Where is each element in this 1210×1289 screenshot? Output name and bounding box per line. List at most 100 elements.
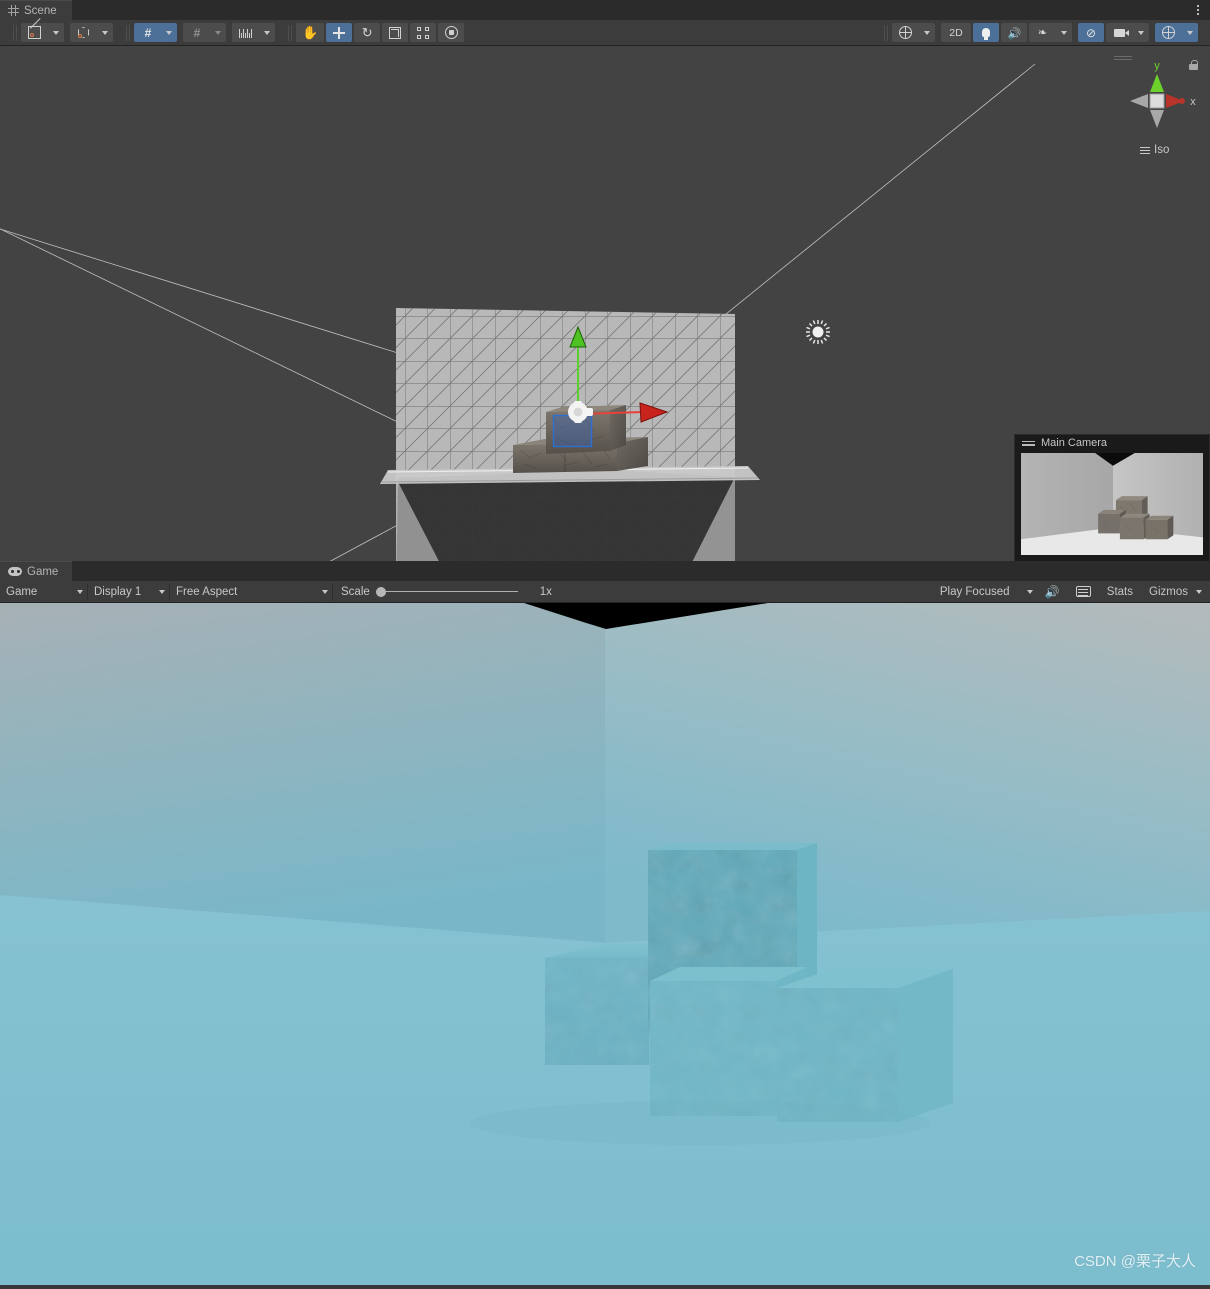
- surface-snap-dropdown[interactable]: [209, 23, 226, 42]
- toggle-audio[interactable]: 🔊: [1001, 23, 1027, 42]
- camera-icon: [1114, 28, 1129, 37]
- lock-icon[interactable]: [1189, 60, 1198, 70]
- transform-tool[interactable]: [438, 23, 465, 42]
- chevron-down-icon: [1196, 589, 1202, 594]
- toggle-lighting[interactable]: [973, 23, 999, 42]
- gizmo-handle-icon: [1114, 56, 1132, 60]
- scale-value: 1x: [539, 585, 552, 598]
- gizmos-label: Gizmos: [1149, 585, 1188, 598]
- gamepad-icon: [8, 567, 22, 576]
- chevron-down-icon: [263, 30, 270, 35]
- scene-viewport[interactable]: y x Iso Main Camera: [0, 46, 1210, 561]
- hand-icon: ✋: [302, 25, 319, 40]
- surface-snap-group: #: [183, 23, 226, 42]
- hand-tool[interactable]: ✋: [296, 23, 325, 42]
- game-tab-bar: Game: [0, 561, 1210, 581]
- toggle-effects[interactable]: ❧: [1029, 23, 1055, 42]
- tab-game-label: Game: [27, 565, 59, 578]
- game-toolbar: Game Display 1 Free Aspect Scale 1x Play…: [0, 581, 1210, 603]
- scene-toolbar-right: 2D 🔊 ❧ ⊘: [877, 23, 1204, 42]
- toggle-effects-dropdown[interactable]: [1055, 23, 1072, 42]
- gizmos-group: [1155, 23, 1198, 42]
- gizmo-globe-icon: [1162, 26, 1175, 39]
- globe-icon: [899, 26, 912, 39]
- view-options-dropdown[interactable]: [918, 23, 935, 42]
- gizmos-dropdown-button[interactable]: [1192, 581, 1210, 603]
- gizmos-dropdown[interactable]: [1181, 23, 1198, 42]
- grid-size[interactable]: [232, 23, 258, 42]
- chevron-down-icon: [159, 589, 165, 594]
- tab-game[interactable]: Game: [0, 561, 73, 581]
- rotate-icon: ↻: [361, 25, 373, 40]
- aspect-label: Free Aspect: [176, 585, 238, 598]
- grid-size-dropdown[interactable]: [258, 23, 275, 42]
- camera-settings-group: [1106, 23, 1149, 42]
- stats-toggle-button[interactable]: [1068, 581, 1099, 603]
- grid-snap-dropdown[interactable]: [160, 23, 177, 42]
- scale-icon: [389, 26, 402, 39]
- draw-mode[interactable]: [21, 23, 47, 42]
- game-viewport[interactable]: CSDN @栗子大人: [0, 603, 1210, 1285]
- chevron-down-icon: [322, 589, 328, 594]
- scene-overflow-menu[interactable]: [1190, 0, 1206, 20]
- toolbar-divider: [288, 24, 289, 41]
- projection-mode[interactable]: Iso: [1140, 144, 1169, 156]
- chevron-down-icon: [1186, 30, 1193, 35]
- aspect-dropdown[interactable]: Free Aspect: [170, 582, 333, 601]
- menu-lines-icon: [1140, 146, 1150, 154]
- toolbar-divider: [884, 24, 885, 41]
- toggle-2d-label: 2D: [949, 26, 963, 39]
- scale-slider-knob[interactable]: [375, 586, 386, 597]
- chevron-down-icon: [923, 30, 930, 35]
- render-mode[interactable]: [70, 23, 96, 42]
- shaded-wireframe-icon: [28, 26, 41, 39]
- eye-off-icon: ⊘: [1085, 25, 1097, 40]
- tab-scene[interactable]: Scene: [0, 0, 72, 20]
- camera-preview-panel[interactable]: Main Camera: [1014, 434, 1210, 561]
- toggle-2d[interactable]: 2D: [941, 23, 971, 42]
- display-dropdown[interactable]: Display 1: [88, 582, 170, 601]
- chevron-down-icon: [214, 30, 221, 35]
- grid-snap[interactable]: #: [134, 23, 160, 42]
- view-mode-dropdown[interactable]: Game: [0, 582, 88, 601]
- scale-tool[interactable]: [382, 23, 409, 42]
- stats-label: Stats: [1106, 585, 1134, 598]
- draw-mode-dropdown[interactable]: [47, 23, 64, 42]
- camera-settings-dropdown[interactable]: [1132, 23, 1149, 42]
- vertex-snap-icon: #: [193, 25, 201, 40]
- scene-orientation-gizmo[interactable]: y x Iso: [1112, 56, 1202, 161]
- toggle-hidden-objects[interactable]: ⊘: [1078, 23, 1104, 42]
- camera-settings[interactable]: [1106, 23, 1132, 42]
- scale-slider-track[interactable]: [375, 586, 518, 597]
- cube-shading-icon: [77, 26, 90, 39]
- toggle-effects-group: ❧: [1029, 23, 1072, 42]
- fx-icon: ❧: [1037, 27, 1048, 39]
- toolbar-divider: [126, 24, 127, 41]
- ruler-icon: [239, 28, 252, 38]
- mute-audio-button[interactable]: 🔊: [1037, 581, 1068, 603]
- view-options-group: [892, 23, 935, 42]
- grid-axis-y-icon: #: [144, 25, 152, 40]
- chevron-down-icon: [1026, 589, 1033, 594]
- game-toolbar-right: Play Focused 🔊 Stats Gizmos: [934, 581, 1210, 602]
- keyboard-icon: [1075, 586, 1091, 597]
- chevron-down-icon: [101, 30, 108, 35]
- display-label: Display 1: [94, 585, 142, 598]
- kebab-menu-icon: [1197, 5, 1199, 15]
- camera-preview-title-bar: Main Camera: [1015, 435, 1209, 451]
- play-focus-dropdown[interactable]: Play Focused: [934, 581, 1037, 603]
- grid-snap-group: #: [134, 23, 177, 42]
- view-options[interactable]: [892, 23, 918, 42]
- stats-button[interactable]: Stats: [1099, 581, 1141, 603]
- render-mode-dropdown[interactable]: [96, 23, 113, 42]
- scene-visibility-gizmos[interactable]: [1155, 23, 1181, 42]
- rotate-tool[interactable]: ↻: [354, 23, 381, 42]
- rect-tool[interactable]: [410, 23, 437, 42]
- surface-snap[interactable]: #: [183, 23, 209, 42]
- tab-scene-label: Scene: [24, 4, 57, 17]
- axis-x-label: x: [1190, 96, 1196, 108]
- scene-toolbar: # # ✋ ↻ 2D 🔊 ❧ ⊘: [0, 20, 1210, 46]
- gizmos-button[interactable]: Gizmos: [1141, 581, 1192, 603]
- move-tool[interactable]: [326, 23, 353, 42]
- scale-slider[interactable]: [375, 586, 518, 597]
